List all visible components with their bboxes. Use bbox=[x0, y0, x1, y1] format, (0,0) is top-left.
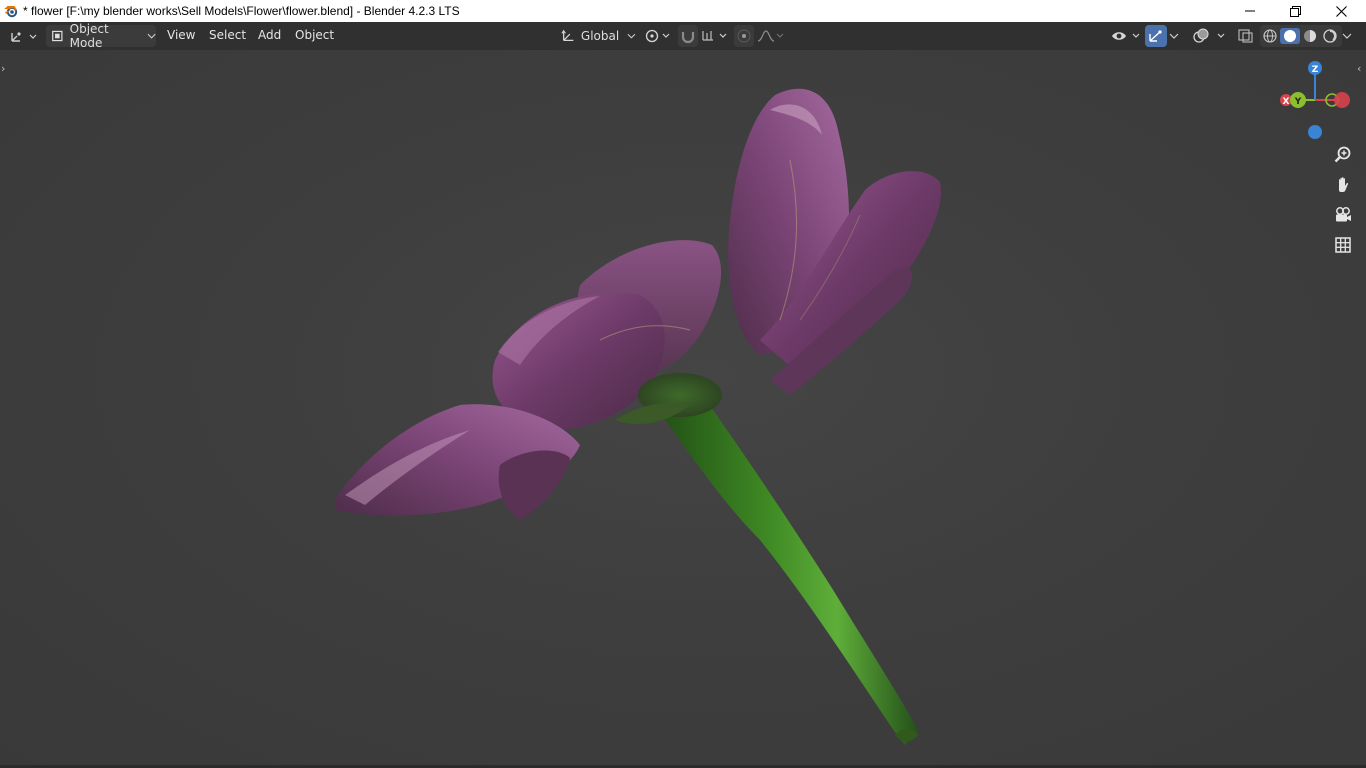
shading-material-preview-icon[interactable] bbox=[1300, 28, 1320, 44]
mode-label: Object Mode bbox=[69, 22, 109, 50]
snap-increment-icon bbox=[702, 31, 727, 41]
minimize-button[interactable] bbox=[1227, 0, 1273, 22]
navigation-gizmo[interactable]: Z X Y bbox=[1270, 60, 1366, 150]
shading-dropdown[interactable] bbox=[1340, 25, 1356, 47]
blender-logo-icon bbox=[4, 6, 18, 18]
menu-object[interactable]: Object bbox=[295, 28, 334, 42]
pivot-point-icon bbox=[645, 29, 670, 43]
transform-orientation-icon bbox=[561, 29, 574, 42]
zoom-icon bbox=[1334, 146, 1351, 163]
transform-orientation-dropdown[interactable]: Global bbox=[558, 25, 636, 47]
pan-hand-icon bbox=[1339, 177, 1349, 192]
menu-select[interactable]: Select bbox=[209, 28, 246, 42]
overlays-dropdown[interactable] bbox=[1191, 25, 1229, 47]
orthographic-grid-icon bbox=[1335, 237, 1351, 253]
snap-magnet-icon bbox=[681, 32, 695, 44]
orthographic-toggle-button[interactable] bbox=[1330, 232, 1356, 258]
xray-toggle-icon bbox=[1238, 29, 1253, 43]
object-visibility-dropdown[interactable] bbox=[1110, 25, 1142, 47]
editor-type-button[interactable] bbox=[8, 25, 40, 47]
camera-view-icon bbox=[1336, 207, 1351, 222]
pan-button[interactable] bbox=[1330, 172, 1356, 198]
minimize-icon bbox=[1245, 10, 1255, 12]
window-title-bar: * flower [F:\my blender works\Sell Model… bbox=[0, 0, 1366, 22]
chevron-down-icon bbox=[1342, 33, 1352, 39]
blender-window: * flower [F:\my blender works\Sell Model… bbox=[0, 0, 1366, 768]
gizmos-dropdown[interactable] bbox=[1167, 25, 1181, 47]
snap-target-dropdown[interactable] bbox=[700, 25, 730, 47]
zoom-button[interactable] bbox=[1330, 142, 1356, 168]
shading-rendered-icon[interactable] bbox=[1320, 28, 1340, 44]
3d-viewport-icon bbox=[11, 32, 37, 42]
menu-view[interactable]: View bbox=[167, 28, 195, 42]
gizmo-x-axis[interactable] bbox=[1334, 92, 1350, 108]
chevron-down-icon bbox=[147, 33, 156, 39]
proportional-editing-toggle[interactable] bbox=[734, 25, 754, 47]
object-mode-icon bbox=[52, 30, 63, 42]
restore-button[interactable] bbox=[1272, 0, 1318, 22]
gizmo-neg-z-axis[interactable] bbox=[1308, 125, 1322, 139]
window-title: * flower [F:\my blender works\Sell Model… bbox=[23, 4, 460, 18]
transform-orientation-label: Global bbox=[580, 29, 620, 43]
shading-solid-icon[interactable] bbox=[1280, 28, 1300, 44]
close-icon bbox=[1335, 5, 1347, 17]
xray-toggle[interactable] bbox=[1236, 25, 1256, 47]
3d-viewport[interactable]: › ‹ Z X Y bbox=[0, 50, 1366, 768]
shading-modes-group bbox=[1260, 25, 1342, 47]
gizmos-toggle[interactable] bbox=[1145, 25, 1167, 47]
gizmo-x-label: X bbox=[1283, 97, 1290, 107]
gizmo-y-label: Y bbox=[1294, 97, 1302, 107]
falloff-curve-icon bbox=[757, 30, 784, 42]
chevron-down-icon bbox=[1169, 33, 1179, 39]
snap-toggle[interactable] bbox=[678, 25, 698, 47]
viewport-header: Object Mode View Select Add Object Globa… bbox=[0, 22, 1366, 50]
proportional-editing-icon bbox=[737, 29, 751, 43]
chevron-down-icon bbox=[627, 33, 636, 39]
camera-view-button[interactable] bbox=[1330, 202, 1356, 228]
viewport-gizmos-icon bbox=[1149, 30, 1162, 42]
close-button[interactable] bbox=[1318, 0, 1364, 22]
shading-wireframe-icon[interactable] bbox=[1260, 28, 1280, 44]
object-visibility-icon bbox=[1112, 32, 1140, 40]
restore-icon bbox=[1289, 5, 1301, 17]
falloff-dropdown[interactable] bbox=[756, 25, 786, 47]
toolbar-toggle-arrow[interactable]: › bbox=[1, 62, 5, 75]
pivot-point-dropdown[interactable] bbox=[642, 25, 672, 47]
mode-selector[interactable]: Object Mode bbox=[46, 22, 156, 50]
menu-add[interactable]: Add bbox=[258, 28, 281, 42]
overlays-icon bbox=[1193, 28, 1225, 43]
gizmo-z-label: Z bbox=[1312, 65, 1319, 75]
flower-model[interactable] bbox=[0, 50, 1366, 768]
